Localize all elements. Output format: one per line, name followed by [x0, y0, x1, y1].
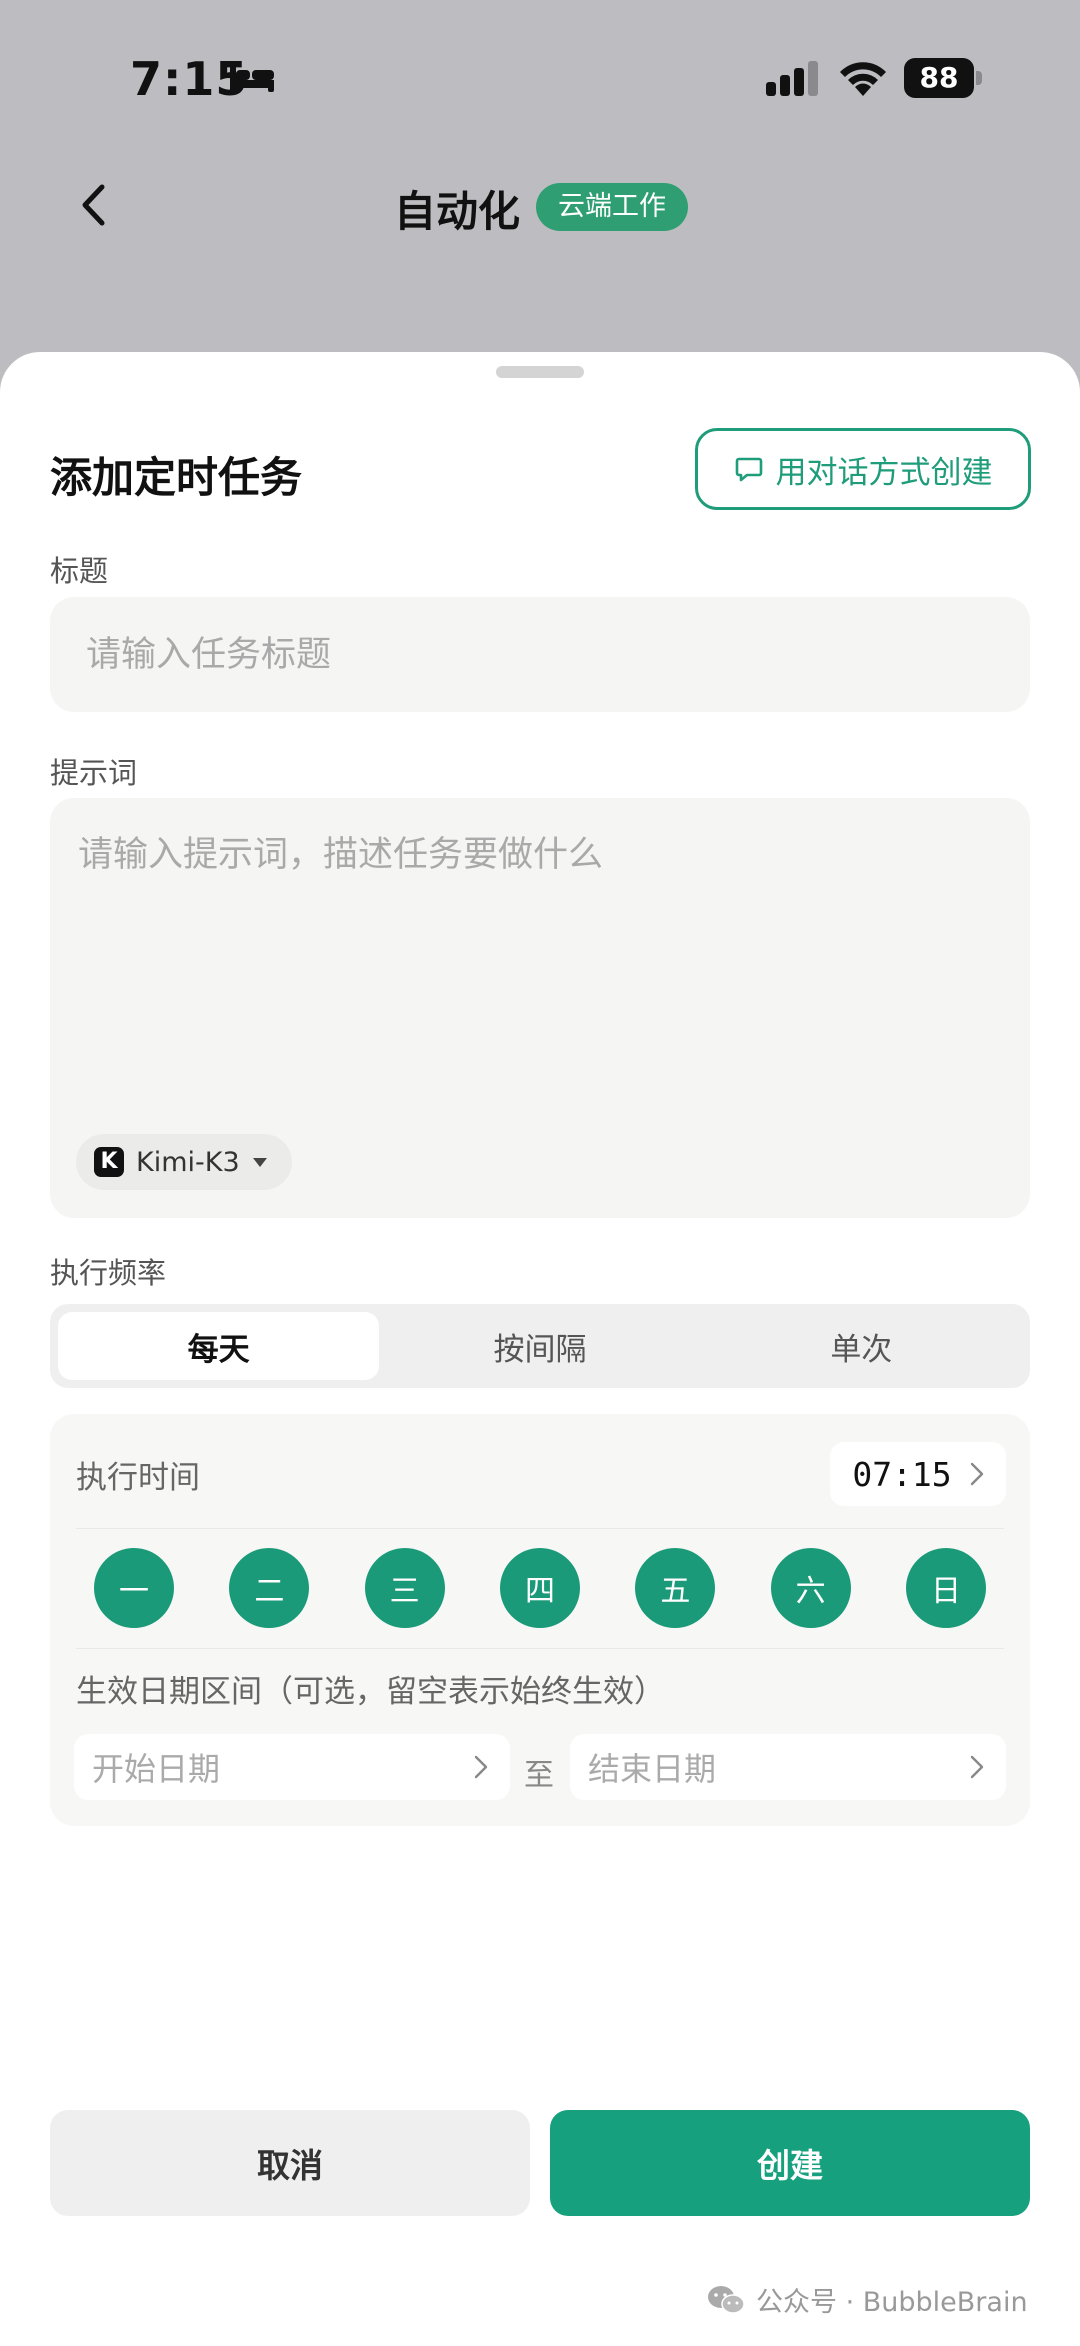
- chevron-right-icon: [970, 1462, 983, 1486]
- prompt-field-label: 提示词: [50, 756, 138, 790]
- end-date-field[interactable]: 结束日期: [570, 1734, 1006, 1800]
- frequency-segmented-control: 每天 按间隔 单次: [50, 1304, 1030, 1388]
- kimi-logo-icon: K: [94, 1147, 124, 1177]
- weekday-tue[interactable]: 二: [229, 1548, 310, 1628]
- start-date-placeholder: 开始日期: [92, 1750, 221, 1788]
- cancel-button[interactable]: 取消: [50, 2110, 530, 2216]
- battery-level: 88: [904, 58, 974, 98]
- weekday-fri[interactable]: 五: [635, 1548, 716, 1628]
- bed-icon: [230, 66, 274, 92]
- battery-icon: 88: [904, 58, 982, 98]
- wechat-icon: [708, 2285, 745, 2314]
- model-selector[interactable]: K Kimi-K3: [76, 1134, 292, 1190]
- create-button[interactable]: 创建: [550, 2110, 1030, 2216]
- watermark: 公众号 · BubbleBrain: [706, 2280, 1028, 2319]
- date-range-label: 生效日期区间（可选，留空表示始终生效）: [76, 1674, 665, 1710]
- title-input[interactable]: [50, 597, 1030, 712]
- chevron-left-icon: [82, 184, 105, 226]
- weekday-sat[interactable]: 六: [770, 1548, 851, 1628]
- weekday-selector: 一 二 三 四 五 六 日: [94, 1548, 986, 1628]
- weekday-mon[interactable]: 一: [94, 1548, 174, 1628]
- chat-create-button[interactable]: 用对话方式创建: [695, 428, 1031, 510]
- cloud-work-badge: 云端工作: [536, 183, 688, 231]
- schedule-card: 执行时间 07:15 一 二 三 四 五 六 日 生效日期区间（可选，留空表示始…: [50, 1414, 1030, 1826]
- add-task-sheet: 添加定时任务 用对话方式创建 标题 提示词 K Kimi-K3 执行频率 每天 …: [0, 352, 1080, 2346]
- card-divider: [76, 1528, 1004, 1529]
- chat-bubble-icon: [735, 457, 762, 482]
- nav-title: 自动化: [394, 187, 521, 236]
- title-field-label: 标题: [50, 554, 109, 588]
- date-range-to: 至: [524, 1758, 554, 1793]
- exec-time-label: 执行时间: [76, 1460, 200, 1496]
- signal-icon: [766, 61, 818, 96]
- battery-tip: [976, 71, 982, 85]
- caret-down-icon: [252, 1158, 267, 1167]
- back-button[interactable]: [68, 178, 118, 232]
- start-date-field[interactable]: 开始日期: [74, 1734, 510, 1800]
- sheet-grabber[interactable]: [496, 366, 584, 378]
- model-name: Kimi-K3: [136, 1146, 240, 1178]
- frequency-tab-once[interactable]: 单次: [701, 1312, 1022, 1380]
- exec-time-picker[interactable]: 07:15: [830, 1442, 1006, 1506]
- exec-time-value: 07:15: [852, 1454, 952, 1494]
- frequency-tab-interval[interactable]: 按间隔: [379, 1312, 700, 1380]
- frequency-tab-daily[interactable]: 每天: [58, 1312, 380, 1380]
- wifi-icon: [840, 62, 886, 96]
- prompt-box: K Kimi-K3: [50, 798, 1030, 1218]
- weekday-sun[interactable]: 日: [905, 1548, 986, 1628]
- chevron-right-icon: [474, 1755, 488, 1779]
- chevron-right-icon: [970, 1755, 984, 1779]
- weekday-wed[interactable]: 三: [364, 1548, 445, 1628]
- card-divider: [76, 1648, 1004, 1649]
- watermark-text: 公众号 · BubbleBrain: [756, 2287, 1028, 2318]
- chat-create-label: 用对话方式创建: [775, 454, 993, 491]
- end-date-placeholder: 结束日期: [588, 1750, 717, 1788]
- frequency-label: 执行频率: [50, 1256, 167, 1290]
- prompt-input[interactable]: [50, 798, 1030, 1128]
- weekday-thu[interactable]: 四: [499, 1548, 580, 1628]
- sheet-title: 添加定时任务: [50, 453, 303, 502]
- status-bar: 7:15 88: [0, 0, 1080, 160]
